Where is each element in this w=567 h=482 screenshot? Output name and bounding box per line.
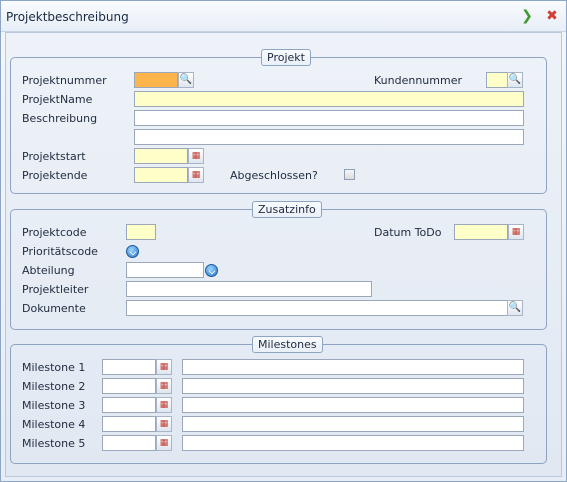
milestone-text-input[interactable]	[182, 359, 524, 375]
form-body: Projekt Projektnummer 🔍 Kundennummer 🔍 P…	[5, 32, 562, 477]
search-icon[interactable]: 🔍	[507, 72, 523, 88]
milestone-date-input[interactable]	[102, 359, 156, 375]
projektnummer-input[interactable]	[134, 72, 178, 88]
title-bar: Projektbeschreibung ❯ ✖	[1, 1, 566, 32]
zusatzinfo-group: Zusatzinfo Projektcode Datum ToDo ▦ Prio…	[10, 201, 547, 330]
milestone-label: Milestone 5	[22, 437, 86, 450]
search-icon[interactable]: 🔍	[178, 72, 194, 88]
calendar-icon[interactable]: ▦	[156, 359, 172, 375]
projektstart-input[interactable]	[134, 148, 188, 164]
projektleiter-label: Projektleiter	[22, 283, 89, 296]
milestones-legend: Milestones	[252, 336, 323, 353]
projektstart-label: Projektstart	[22, 150, 86, 163]
prioritaetscode-label: Prioritätscode	[22, 245, 98, 258]
arrow-right-icon[interactable]: ❯	[519, 8, 535, 24]
milestone-label: Milestone 1	[22, 361, 86, 374]
milestone-date-input[interactable]	[102, 435, 156, 451]
calendar-icon[interactable]: ▦	[508, 224, 524, 240]
milestone-label: Milestone 2	[22, 380, 86, 393]
calendar-icon[interactable]: ▦	[188, 148, 204, 164]
zusatzinfo-legend: Zusatzinfo	[252, 201, 322, 218]
dropdown-arrow-icon[interactable]	[205, 264, 218, 277]
dropdown-arrow-icon[interactable]	[126, 245, 139, 258]
projekt-legend: Projekt	[261, 49, 311, 66]
projektende-input[interactable]	[134, 167, 188, 183]
projekt-group: Projekt Projektnummer 🔍 Kundennummer 🔍 P…	[10, 49, 547, 194]
milestone-label: Milestone 4	[22, 418, 86, 431]
projektleiter-input[interactable]	[126, 281, 372, 297]
dokumente-input[interactable]	[126, 300, 508, 316]
projektnummer-label: Projektnummer	[22, 74, 107, 87]
calendar-icon[interactable]: ▦	[156, 435, 172, 451]
milestone-date-input[interactable]	[102, 378, 156, 394]
calendar-icon[interactable]: ▦	[156, 397, 172, 413]
beschreibung-label: Beschreibung	[22, 112, 98, 125]
milestones-group: Milestones Milestone 1 ▦ Milestone 2 ▦ M…	[10, 336, 547, 464]
datum-todo-input[interactable]	[454, 224, 508, 240]
projektcode-input[interactable]	[126, 224, 156, 240]
milestone-date-input[interactable]	[102, 416, 156, 432]
milestone-text-input[interactable]	[182, 378, 524, 394]
abteilung-label: Abteilung	[22, 264, 75, 277]
search-icon[interactable]: 🔍	[507, 300, 523, 316]
abteilung-select[interactable]	[126, 262, 204, 278]
milestone-label: Milestone 3	[22, 399, 86, 412]
projektende-label: Projektende	[22, 169, 88, 182]
kundennummer-label: Kundennummer	[374, 74, 462, 87]
projektbeschreibung-window: Projektbeschreibung ❯ ✖ Projekt Projektn…	[0, 0, 567, 482]
milestone-date-input[interactable]	[102, 397, 156, 413]
datum-todo-label: Datum ToDo	[374, 226, 442, 239]
projektname-input[interactable]	[134, 91, 524, 107]
calendar-icon[interactable]: ▦	[188, 167, 204, 183]
beschreibung-input-1[interactable]	[134, 110, 524, 126]
abgeschlossen-checkbox[interactable]	[344, 169, 355, 180]
calendar-icon[interactable]: ▦	[156, 378, 172, 394]
kundennummer-input[interactable]	[486, 72, 508, 88]
milestone-text-input[interactable]	[182, 435, 524, 451]
projektcode-label: Projektcode	[22, 226, 87, 239]
milestone-text-input[interactable]	[182, 416, 524, 432]
milestone-text-input[interactable]	[182, 397, 524, 413]
abgeschlossen-label: Abgeschlossen?	[230, 169, 318, 182]
close-icon[interactable]: ✖	[544, 8, 560, 24]
projektname-label: ProjektName	[22, 93, 93, 106]
beschreibung-input-2[interactable]	[134, 129, 524, 145]
window-title: Projektbeschreibung	[6, 10, 129, 24]
calendar-icon[interactable]: ▦	[156, 416, 172, 432]
dokumente-label: Dokumente	[22, 302, 86, 315]
